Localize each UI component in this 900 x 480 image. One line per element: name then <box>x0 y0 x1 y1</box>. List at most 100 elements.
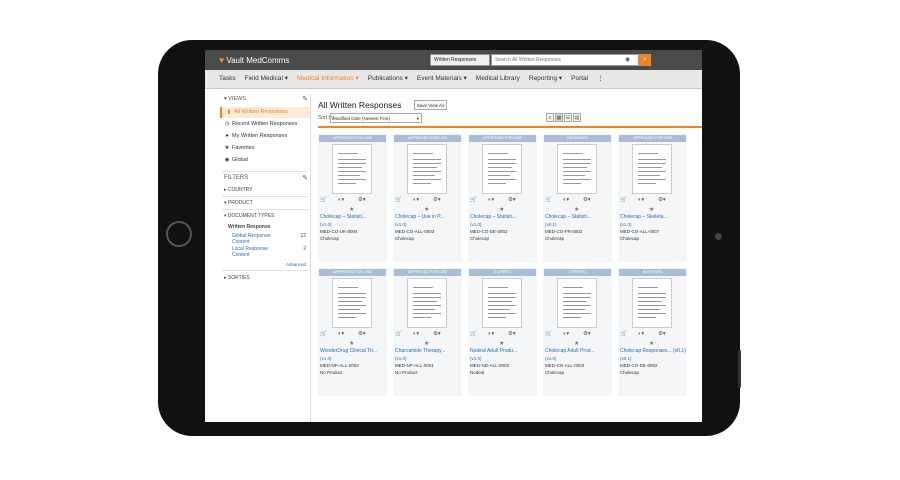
filter-document-types[interactable]: ▾ DOCUMENT TYPES <box>224 213 274 219</box>
document-thumbnail[interactable] <box>557 278 597 328</box>
favorite-star-icon[interactable]: ★ <box>574 206 579 213</box>
share-icon[interactable]: ◐▾ <box>563 330 569 338</box>
favorite-star-icon[interactable]: ★ <box>649 340 654 347</box>
view-favorites[interactable]: ★ Favorites <box>220 143 308 154</box>
search-scope-select[interactable]: Written Responses <box>430 54 490 66</box>
compact-view-icon[interactable]: ☰ <box>564 113 572 122</box>
share-icon[interactable]: ◐▾ <box>563 196 569 204</box>
cart-icon[interactable]: 🛒 <box>620 196 627 204</box>
search-button[interactable]: ⌕ <box>639 54 651 66</box>
document-thumbnail[interactable] <box>557 144 597 194</box>
visibility-icon[interactable]: ◉ <box>625 56 630 63</box>
cart-icon[interactable]: 🛒 <box>320 196 327 204</box>
share-icon[interactable]: ◐▾ <box>638 330 644 338</box>
gear-icon[interactable]: ⚙▾ <box>658 196 666 204</box>
grid-view-icon[interactable]: ▦ <box>555 113 563 122</box>
share-icon[interactable]: ◐▾ <box>413 196 419 204</box>
document-title-link[interactable]: Cholecap Adult Prod... <box>545 348 611 354</box>
document-thumbnail[interactable] <box>482 278 522 328</box>
share-icon[interactable]: ◐▾ <box>488 330 494 338</box>
gear-icon[interactable]: ⚙▾ <box>508 196 516 204</box>
nav-publications[interactable]: Publications ▾ <box>368 70 408 88</box>
nav-portal[interactable]: Portal <box>571 70 588 88</box>
list-view-icon[interactable]: ≡ <box>546 113 554 122</box>
share-icon[interactable]: ◐▾ <box>413 330 419 338</box>
filter-country[interactable]: ▸ COUNTRY <box>224 187 253 193</box>
view-recent-written-responses[interactable]: ◷ Recent Written Responses <box>220 119 308 130</box>
view-all-written-responses[interactable]: ▮ All Written Responses <box>220 107 310 118</box>
gear-icon[interactable]: ⚙▾ <box>583 196 591 204</box>
favorite-star-icon[interactable]: ★ <box>649 206 654 213</box>
cart-icon[interactable]: 🛒 <box>320 330 327 338</box>
advanced-link[interactable]: Advanced <box>286 262 306 267</box>
favorite-star-icon[interactable]: ★ <box>574 340 579 347</box>
favorite-star-icon[interactable]: ★ <box>499 340 504 347</box>
document-title-link[interactable]: Cholecap – Statisti... <box>470 214 536 220</box>
favorite-star-icon[interactable]: ★ <box>349 206 354 213</box>
save-view-button[interactable]: Save View As <box>414 100 447 110</box>
nav-field-medical[interactable]: Field Medical ▾ <box>245 70 288 88</box>
cart-icon[interactable]: 🛒 <box>395 330 402 338</box>
gear-icon[interactable]: ⚙▾ <box>508 330 516 338</box>
view-my-written-responses[interactable]: ● My Written Responses <box>220 131 308 142</box>
document-title-link[interactable]: Cholecap – Skeleta... <box>620 214 686 220</box>
edit-filters-icon[interactable]: ✎ <box>302 174 308 182</box>
search-input[interactable]: Search All Written Responses <box>491 54 639 66</box>
nav-event-materials[interactable]: Event Materials ▾ <box>417 70 467 88</box>
document-card[interactable]: IN REVIEW 🛒 ◐▾ ⚙▾ ★ Cholecap Responses..… <box>618 268 687 396</box>
document-thumbnail[interactable] <box>332 278 372 328</box>
gear-icon[interactable]: ⚙▾ <box>433 196 441 204</box>
nav-tasks[interactable]: Tasks <box>219 70 236 88</box>
share-icon[interactable]: ◐▾ <box>338 196 344 204</box>
document-card[interactable]: APPROVED FOR USE 🛒 ◐▾ ⚙▾ ★ Cholecap – Sk… <box>618 134 687 262</box>
app-logo[interactable]: ♥ Vault MedComms <box>219 55 289 65</box>
table-view-icon[interactable]: ▤ <box>573 113 581 122</box>
document-thumbnail[interactable] <box>632 278 672 328</box>
gear-icon[interactable]: ⚙▾ <box>658 330 666 338</box>
share-icon[interactable]: ◐▾ <box>338 330 344 338</box>
document-card[interactable]: APPROVED FOR USE 🛒 ◐▾ ⚙▾ ★ Cholecap – St… <box>468 134 537 262</box>
document-title-link[interactable]: Charcamide Therapy... <box>395 348 461 354</box>
document-card[interactable]: EXPIRED 🛒 ◐▾ ⚙▾ ★ Nodeal Adult Produ... … <box>468 268 537 396</box>
filter-product[interactable]: ▾ PRODUCT <box>224 200 253 206</box>
document-title-link[interactable]: Cholecap – Statisti... <box>545 214 611 220</box>
favorite-star-icon[interactable]: ★ <box>349 340 354 347</box>
document-card[interactable]: APPROVED FOR USE 🛒 ◐▾ ⚙▾ ★ Cholecap – Us… <box>393 134 462 262</box>
nav-reporting[interactable]: Reporting ▾ <box>529 70 562 88</box>
document-thumbnail[interactable] <box>407 278 447 328</box>
document-thumbnail[interactable] <box>482 144 522 194</box>
document-card[interactable]: REVIEWED 🛒 ◐▾ ⚙▾ ★ Cholecap – Statisti..… <box>543 134 612 262</box>
nav-medical-information[interactable]: Medical Information ▾ <box>297 70 359 88</box>
gear-icon[interactable]: ⚙▾ <box>358 330 366 338</box>
views-header[interactable]: ▾ VIEWS <box>224 96 246 102</box>
document-title-link[interactable]: Cholecap – Use in P... <box>395 214 461 220</box>
edit-views-icon[interactable]: ✎ <box>302 95 308 103</box>
gear-icon[interactable]: ⚙▾ <box>583 330 591 338</box>
document-thumbnail[interactable] <box>632 144 672 194</box>
cart-icon[interactable]: 🛒 <box>395 196 402 204</box>
gear-icon[interactable]: ⚙▾ <box>433 330 441 338</box>
document-thumbnail[interactable] <box>407 144 447 194</box>
cart-icon[interactable]: 🛒 <box>470 196 477 204</box>
document-title-link[interactable]: Cholecap Responses... (v0.1) <box>620 348 686 354</box>
favorite-star-icon[interactable]: ★ <box>424 206 429 213</box>
cart-icon[interactable]: 🛒 <box>545 330 552 338</box>
sort-select[interactable]: Modified Date (Newest First) ▾ <box>330 113 422 123</box>
share-icon[interactable]: ◐▾ <box>638 196 644 204</box>
nav-more-icon[interactable]: ⋮ <box>597 70 604 88</box>
document-card[interactable]: APPROVED FOR USE 🛒 ◐▾ ⚙▾ ★ Charcamide Th… <box>393 268 462 396</box>
document-card[interactable]: EXPIRED 🛒 ◐▾ ⚙▾ ★ Cholecap Adult Prod...… <box>543 268 612 396</box>
nav-medical-library[interactable]: Medical Library <box>476 70 520 88</box>
doc-type-global-response[interactable]: Global Response Content <box>232 233 282 245</box>
gear-icon[interactable]: ⚙▾ <box>358 196 366 204</box>
favorite-star-icon[interactable]: ★ <box>424 340 429 347</box>
cart-icon[interactable]: 🛒 <box>545 196 552 204</box>
share-icon[interactable]: ◐▾ <box>488 196 494 204</box>
doc-type-local-response[interactable]: Local Response Content <box>232 246 282 258</box>
document-thumbnail[interactable] <box>332 144 372 194</box>
document-card[interactable]: APPROVED FOR USE 🛒 ◐▾ ⚙▾ ★ WonderDrug Cl… <box>318 268 387 396</box>
cart-icon[interactable]: 🛒 <box>470 330 477 338</box>
cart-icon[interactable]: 🛒 <box>620 330 627 338</box>
document-card[interactable]: APPROVED FOR USE 🛒 ◐▾ ⚙▾ ★ Cholecap – St… <box>318 134 387 262</box>
view-global[interactable]: ◉ Global <box>220 155 308 166</box>
